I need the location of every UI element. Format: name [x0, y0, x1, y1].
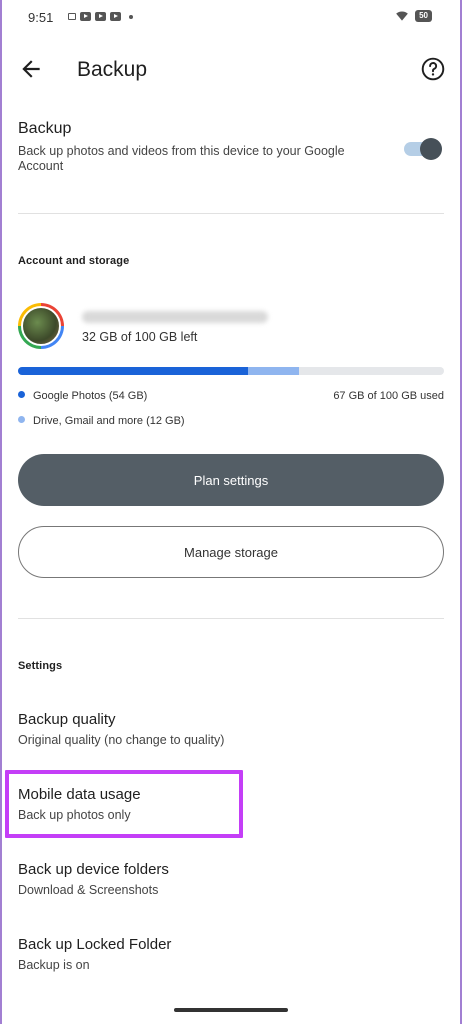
- setting-subtitle: Original quality (no change to quality): [18, 733, 225, 747]
- legend-photos: Google Photos (54 GB): [33, 390, 148, 402]
- youtube-icon: [110, 12, 121, 21]
- camera-notification-icon: [68, 13, 76, 20]
- setting-subtitle: Backup is on: [18, 958, 90, 972]
- setting-title: Back up device folders: [18, 861, 169, 878]
- legend-photos-row: Google Photos (54 GB) 67 GB of 100 GB us…: [18, 390, 444, 402]
- divider: [18, 618, 444, 619]
- account-email-redacted: [82, 311, 268, 323]
- storage-fill-photos: [18, 367, 249, 375]
- avatar-photo: [21, 306, 61, 346]
- photos-dot-icon: [18, 391, 25, 398]
- app-bar: Backup: [0, 48, 462, 92]
- legend-other: Drive, Gmail and more (12 GB): [33, 415, 185, 427]
- back-arrow-icon[interactable]: [18, 56, 44, 82]
- manage-storage-button[interactable]: Manage storage: [18, 526, 444, 578]
- avatar[interactable]: [18, 303, 64, 349]
- status-bar: 9:51 50: [0, 0, 462, 36]
- youtube-icon: [95, 12, 106, 21]
- setting-back-up-device-folders[interactable]: Back up device folders Download & Screen…: [18, 861, 438, 897]
- legend-other-row: Drive, Gmail and more (12 GB): [18, 415, 444, 427]
- page-title: Backup: [77, 58, 148, 81]
- other-dot-icon: [18, 416, 25, 423]
- storage-fill-other: [248, 367, 300, 375]
- setting-title: Back up Locked Folder: [18, 936, 172, 953]
- setting-subtitle: Download & Screenshots: [18, 883, 159, 897]
- home-indicator[interactable]: [174, 1008, 288, 1012]
- notification-icons: [68, 12, 133, 21]
- setting-title: Backup quality: [18, 711, 116, 728]
- backup-toggle-row[interactable]: Backup Back up photos and videos from th…: [18, 120, 444, 174]
- section-label-account-storage: Account and storage: [18, 255, 130, 267]
- storage-usage-bar: [18, 367, 444, 375]
- divider: [18, 213, 444, 214]
- backup-title: Backup: [18, 120, 72, 137]
- more-notifications-icon: [129, 14, 133, 19]
- backup-toggle[interactable]: [404, 138, 442, 160]
- wifi-icon: [396, 11, 408, 21]
- setting-backup-quality[interactable]: Backup quality Original quality (no chan…: [18, 711, 438, 747]
- youtube-icon: [80, 12, 91, 21]
- plan-settings-button[interactable]: Plan settings: [18, 454, 444, 506]
- setting-back-up-locked-folder[interactable]: Back up Locked Folder Backup is on: [18, 936, 438, 972]
- status-time: 9:51: [28, 10, 54, 25]
- backup-description: Back up photos and videos from this devi…: [18, 144, 345, 173]
- storage-used-summary: 67 GB of 100 GB used: [333, 390, 444, 402]
- section-label-settings: Settings: [18, 660, 63, 672]
- help-icon[interactable]: [420, 56, 446, 82]
- battery-icon: 50: [415, 10, 432, 22]
- storage-left-text: 32 GB of 100 GB left: [82, 330, 198, 344]
- status-right: 50: [395, 10, 432, 22]
- toggle-thumb: [420, 138, 442, 160]
- highlight-annotation-box: [5, 770, 243, 838]
